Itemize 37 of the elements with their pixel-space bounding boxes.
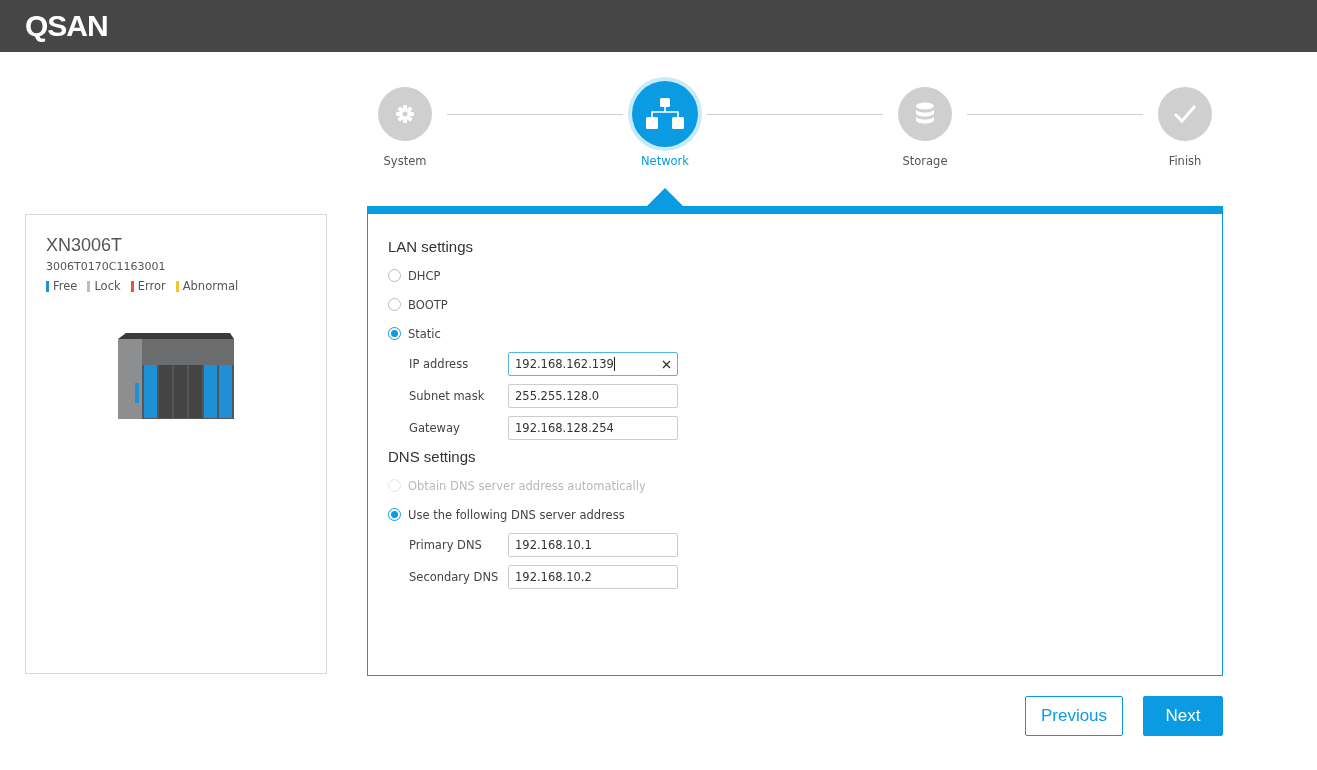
device-model: XN3006T: [46, 235, 124, 256]
step-label: Network: [641, 154, 689, 168]
step-label: Finish: [1168, 154, 1202, 168]
step-circle[interactable]: [378, 87, 432, 141]
field-label: Secondary DNS: [409, 570, 500, 584]
legend-item: Abnormal: [175, 279, 239, 293]
radio-label: Static: [408, 326, 441, 341]
input-field[interactable]: 192.168.128.254: [508, 416, 678, 440]
step-circle[interactable]: [1158, 87, 1212, 141]
section-title: LAN settings: [388, 238, 475, 255]
step-label: System: [383, 154, 427, 168]
section-title: DNS settings: [388, 448, 477, 465]
legend-item: Lock: [87, 279, 121, 293]
radio-label: BOOTP: [408, 297, 448, 312]
input-field[interactable]: 192.168.162.139: [508, 352, 678, 376]
step-circle[interactable]: [898, 87, 952, 141]
input-field[interactable]: 192.168.10.2: [508, 565, 678, 589]
field-label: Primary DNS: [409, 538, 483, 552]
check-icon: [1173, 104, 1197, 124]
database-icon: [915, 102, 935, 126]
field-label: Gateway: [409, 421, 461, 435]
field-label: Subnet mask: [409, 389, 486, 403]
gear-icon: [395, 104, 415, 124]
radio-label: Use the following DNS server address: [408, 507, 625, 522]
radio-label: Obtain DNS server address automatically: [408, 478, 646, 493]
input-field[interactable]: 255.255.128.0: [508, 384, 678, 408]
network-icon: [645, 97, 685, 131]
input-field[interactable]: 192.168.10.1: [508, 533, 678, 557]
radio-label: DHCP: [408, 268, 441, 283]
logo: QSAN: [25, 9, 108, 43]
step-circle[interactable]: [632, 81, 698, 147]
serial-number: 3006T0170C1163001: [46, 260, 167, 273]
close-icon[interactable]: [662, 359, 671, 369]
legend-item: Error: [130, 279, 166, 293]
step-label: Storage: [902, 154, 948, 168]
legend-item: Free: [46, 279, 78, 293]
field-label: IP address: [409, 357, 470, 371]
